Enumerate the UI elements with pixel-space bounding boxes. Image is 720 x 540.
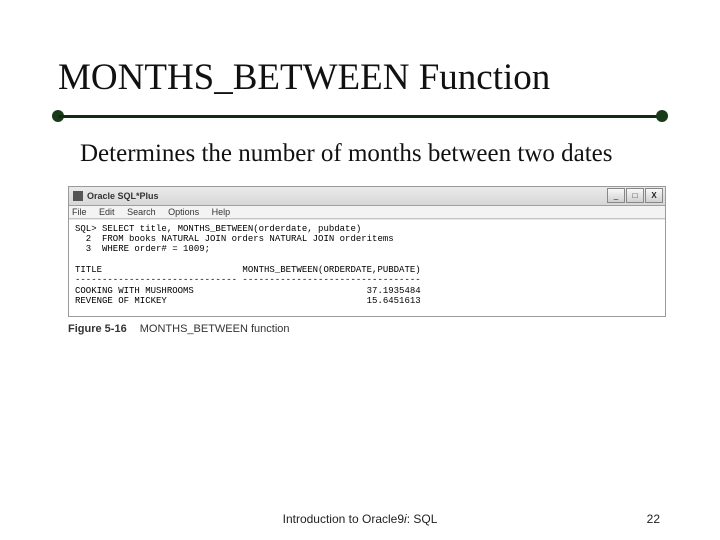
close-button[interactable]: X <box>645 188 663 203</box>
maximize-button[interactable]: □ <box>626 188 644 203</box>
footer-center: Introduction to Oracle9i: SQL <box>0 512 720 526</box>
page-number: 22 <box>647 512 660 526</box>
window-title: Oracle SQL*Plus <box>87 191 159 201</box>
figure-caption: Figure 5-16 MONTHS_BETWEEN function <box>68 323 652 335</box>
menu-help[interactable]: Help <box>212 207 231 217</box>
divider-rule <box>58 109 662 123</box>
footer-text-prefix: Introduction to Oracle9 <box>283 512 404 526</box>
menu-options[interactable]: Options <box>168 207 199 217</box>
footer-text-suffix: : SQL <box>407 512 438 526</box>
slide: MONTHS_BETWEEN Function Determines the n… <box>0 0 720 540</box>
titlebar-left: Oracle SQL*Plus <box>71 191 159 201</box>
sql-row-2: REVENGE OF MICKEY 15.6451613 <box>75 296 421 306</box>
app-icon <box>73 191 83 201</box>
sql-row-1: COOKING WITH MUSHROOMS 37.1935484 <box>75 286 421 296</box>
divider-dot-right <box>656 110 668 122</box>
slide-title: MONTHS_BETWEEN Function <box>58 56 670 99</box>
sql-line-1: SQL> SELECT title, MONTHS_BETWEEN(orderd… <box>75 224 361 234</box>
body-text: Determines the number of months between … <box>80 139 650 170</box>
menu-search[interactable]: Search <box>127 207 156 217</box>
menu-edit[interactable]: Edit <box>99 207 115 217</box>
sql-divider: ------------------------------ ---------… <box>75 275 421 285</box>
figure-text: MONTHS_BETWEEN function <box>140 323 290 335</box>
app-window: Oracle SQL*Plus _ □ X File Edit Search O… <box>68 186 666 318</box>
figure-label: Figure 5-16 <box>68 323 127 335</box>
sql-line-2: 2 FROM books NATURAL JOIN orders NATURAL… <box>75 234 394 244</box>
window-titlebar: Oracle SQL*Plus _ □ X <box>69 187 665 206</box>
window-controls: _ □ X <box>607 188 663 203</box>
terminal-output: SQL> SELECT title, MONTHS_BETWEEN(orderd… <box>69 219 665 317</box>
sql-line-3: 3 WHERE order# = 1009; <box>75 244 210 254</box>
sql-header: TITLE MONTHS_BETWEEN(ORDERDATE,PUBDATE) <box>75 265 421 275</box>
menubar: File Edit Search Options Help <box>69 206 665 219</box>
divider-line <box>58 115 662 118</box>
minimize-button[interactable]: _ <box>607 188 625 203</box>
menu-file[interactable]: File <box>72 207 87 217</box>
